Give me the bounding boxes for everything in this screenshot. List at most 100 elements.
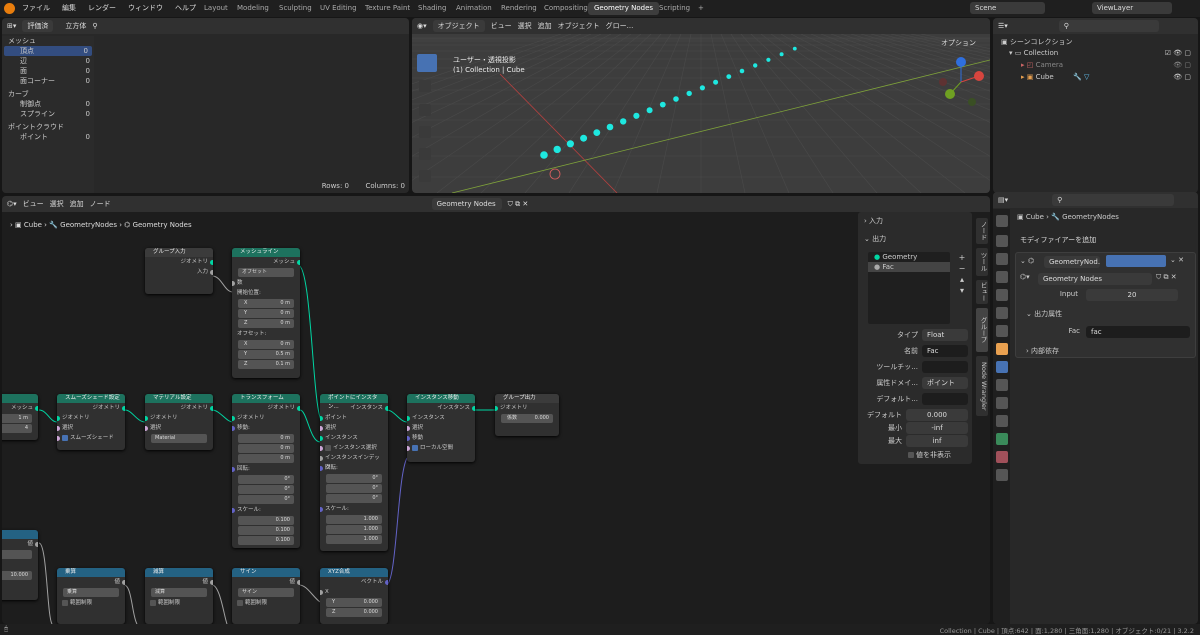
select-tool-icon[interactable] (417, 54, 437, 72)
clamp-toggle[interactable]: 範囲制限 (145, 598, 213, 608)
checkbox[interactable] (150, 599, 156, 606)
checkbox[interactable] (62, 434, 68, 441)
checkbox[interactable] (412, 444, 418, 451)
output-geometry[interactable]: ジオメトリ (57, 403, 125, 413)
add-workspace-button[interactable]: + (692, 2, 710, 15)
rotation-z[interactable]: 0° (326, 494, 382, 503)
operation-dropdown[interactable]: サイン (238, 588, 294, 597)
mode-dropdown[interactable]: オブジェクト (432, 20, 485, 32)
modifier-name-field[interactable]: GeometryNod... (1044, 256, 1100, 268)
value-field[interactable]: 10.000 (2, 571, 32, 580)
type-dropdown[interactable]: Float (922, 329, 968, 341)
output-geometry[interactable]: ジオメトリ (145, 403, 213, 413)
node-transform[interactable]: トランスフォーム ジオメトリ ジオメトリ 移動: 0 m 0 m 0 m 回転:… (232, 394, 300, 548)
scene-tab-icon[interactable] (996, 289, 1008, 301)
scale-tool-icon[interactable] (419, 148, 431, 160)
mode-dropdown[interactable] (2, 550, 32, 559)
offset-z[interactable]: Z 0.1 m (238, 360, 294, 369)
node-set-shade-smooth[interactable]: スムーズシェード設定 ジオメトリ ジオメトリ 選択 スムーズシェード (57, 394, 125, 450)
tab-rendering[interactable]: Rendering (495, 2, 543, 15)
fac-field[interactable]: 係数 0.000 (501, 414, 553, 423)
rotation-y[interactable]: 0° (238, 485, 294, 494)
output-instances[interactable]: インスタンス (320, 403, 388, 413)
object-menu[interactable]: オブジェクト (558, 21, 600, 31)
cursor-tool-icon[interactable] (419, 80, 431, 92)
rotation-y[interactable]: 0° (326, 484, 382, 493)
tab-uv-editing[interactable]: UV Editing (314, 2, 363, 15)
operation-dropdown[interactable]: 乗算 (63, 588, 119, 597)
input-selection[interactable]: 選択 (320, 423, 388, 433)
menu-window[interactable]: ウィンドウ (122, 0, 169, 17)
render-tab-icon[interactable] (996, 235, 1008, 247)
input-selection[interactable]: 選択 (407, 423, 475, 433)
list-item[interactable]: ポイントクラウド (2, 122, 94, 132)
tab-texture-paint[interactable]: Texture Paint (359, 2, 416, 15)
scale-y[interactable]: 0.100 (238, 526, 294, 535)
tab-view[interactable]: ビュー (976, 280, 988, 304)
attribute-domain-dropdown[interactable]: ポイント (922, 377, 968, 389)
list-item[interactable]: メッシュ (2, 36, 94, 46)
node-partial-mesh[interactable]: メッシュ 1 m 4 (2, 394, 38, 440)
scale-z[interactable]: 0.100 (238, 536, 294, 545)
size-field[interactable]: 1 m (2, 414, 32, 423)
material-tab-icon[interactable] (996, 451, 1008, 463)
list-item[interactable]: 頂点 0 (4, 46, 92, 56)
properties-search[interactable]: ⚲ (1052, 194, 1175, 206)
output-mesh[interactable]: メッシュ (232, 257, 300, 267)
node-math-subtract[interactable]: 減算 値 減算 範囲制限 (145, 568, 213, 624)
editor-type-icon[interactable]: ⊞▾ (7, 22, 16, 30)
list-item[interactable]: 制御点 0 (2, 99, 94, 109)
cube-row[interactable]: ▸ ▣ Cube 🔧 ▽ 👁 ▢ (1021, 73, 1195, 81)
output-mesh[interactable]: メッシュ (2, 403, 38, 413)
pin-icon[interactable]: ⚲ (92, 22, 97, 30)
clamp-toggle[interactable]: 範囲制限 (57, 598, 125, 608)
outliner-search[interactable]: ⚲ (1058, 20, 1159, 32)
clamp-toggle[interactable]: 範囲制限 (232, 598, 300, 608)
list-item[interactable]: 面コーナー 0 (2, 76, 94, 86)
menu-render[interactable]: レンダー (82, 0, 122, 17)
max-field[interactable]: inf (906, 435, 968, 447)
input-geometry[interactable]: ジオメトリ (57, 413, 125, 423)
list-controls[interactable]: + − ▴ ▾ (957, 252, 967, 304)
editor-type-icon[interactable]: ☰▾ (998, 22, 1008, 30)
input-x[interactable]: X (320, 587, 388, 597)
offset-x[interactable]: X0 m (238, 340, 294, 349)
node-group-input[interactable]: グループ入力 ジオメトリ 入力 (145, 248, 213, 294)
3d-viewport[interactable]: ◉▾ オブジェクト ビュー 選択 追加 オブジェクト グロー... ユーザー・透… (412, 18, 990, 193)
fac-attribute-field[interactable]: fac (1086, 326, 1190, 338)
mode-dropdown[interactable]: オフセット (238, 268, 294, 277)
default-attr-field[interactable] (922, 393, 968, 405)
node-partial-value[interactable]: 値 10.000 (2, 530, 38, 600)
list-item[interactable]: 面0 (2, 66, 94, 76)
input-shade-smooth[interactable]: スムーズシェード (57, 433, 125, 443)
input-y-field[interactable]: Y 0.000 (326, 598, 382, 607)
editor-type-icon[interactable]: ▤▾ (998, 196, 1008, 204)
list-item[interactable]: カーブ (2, 89, 94, 99)
checkbox[interactable] (237, 599, 243, 606)
node-mesh-line[interactable]: メッシュライン メッシュ オフセット 数 開始位置: X0 m Y0 m Z0 … (232, 248, 300, 378)
default-field[interactable]: 0.000 (906, 409, 968, 421)
input-geometry[interactable]: ジオメトリ (495, 403, 559, 413)
move-tool-icon[interactable] (419, 104, 431, 116)
output-value[interactable]: 値 (145, 577, 213, 587)
output-value[interactable]: 値 (2, 539, 38, 549)
rotation-x[interactable]: 0° (238, 475, 294, 484)
add-modifier-dropdown[interactable]: モディファイアーを追加 (1015, 234, 1195, 246)
input-selection[interactable]: 選択 (57, 423, 125, 433)
node-editor[interactable]: ⌬▾ ビュー 選択 追加 ノード Geometry Nodes ⛉ ⧉ ✕ › … (2, 196, 990, 624)
output-value[interactable]: 値 (232, 577, 300, 587)
particles-tab-icon[interactable] (996, 379, 1008, 391)
options-dropdown[interactable]: オプション (941, 38, 976, 48)
tab-node[interactable]: ノード (976, 218, 988, 244)
translation-y[interactable]: 0 m (238, 444, 294, 453)
input-selection[interactable]: 選択 (145, 423, 213, 433)
list-item[interactable]: ポイント 0 (2, 132, 94, 142)
node-math-multiply[interactable]: 乗算 値 乗算 範囲制限 (57, 568, 125, 624)
tab-scripting[interactable]: Scripting (653, 2, 696, 15)
texture-tab-icon[interactable] (996, 469, 1008, 481)
material-field[interactable]: Material (151, 434, 207, 443)
tab-shading[interactable]: Shading (412, 2, 452, 15)
list-item[interactable]: 辺0 (2, 56, 94, 66)
internal-dependencies-section[interactable]: › 内部依存 (1026, 346, 1059, 356)
view-layer-tab-icon[interactable] (996, 271, 1008, 283)
